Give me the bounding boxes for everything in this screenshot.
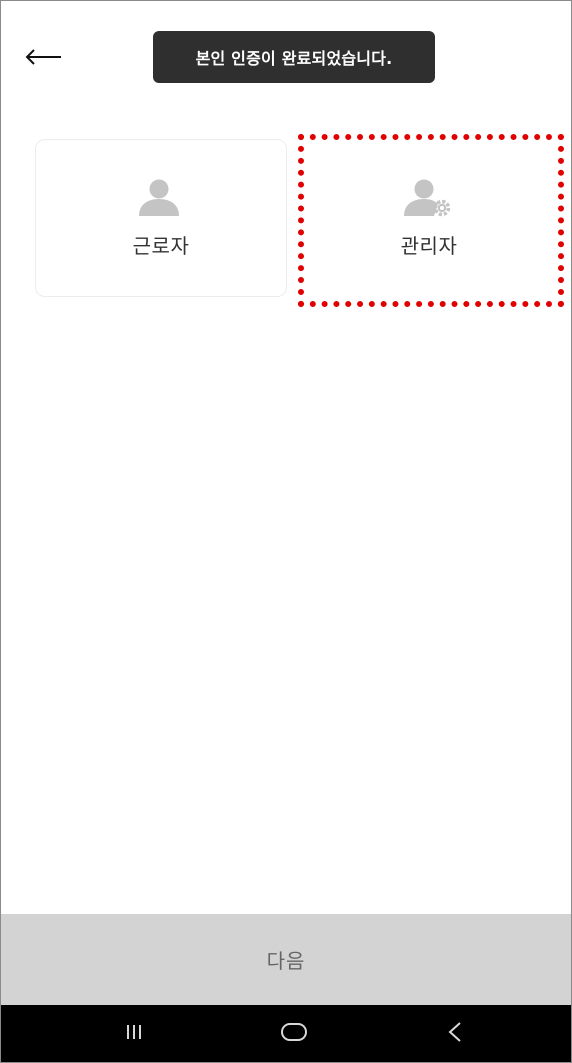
recents-button[interactable] xyxy=(94,1005,174,1062)
system-back-button[interactable] xyxy=(415,1005,495,1062)
next-button[interactable]: 다음 xyxy=(1,914,571,1005)
system-nav-bar xyxy=(1,1005,571,1062)
home-icon xyxy=(280,1022,308,1046)
toast-message: 본인 인증이 완료되었습니다. xyxy=(153,31,435,83)
role-card-manager[interactable]: 관리자 xyxy=(303,139,555,297)
back-chevron-icon xyxy=(447,1021,463,1047)
app-screen: 본인 인증이 완료되었습니다. 근로자 관리자 다음 xyxy=(0,0,572,1063)
role-card-worker[interactable]: 근로자 xyxy=(35,139,287,297)
person-icon xyxy=(136,178,186,218)
recents-icon xyxy=(124,1023,144,1045)
home-button[interactable] xyxy=(254,1005,334,1062)
person-gear-icon xyxy=(404,178,454,218)
arrow-left-icon xyxy=(25,49,63,65)
role-label-worker: 근로자 xyxy=(132,234,190,258)
back-button[interactable] xyxy=(25,37,79,77)
role-label-manager: 관리자 xyxy=(400,234,458,258)
